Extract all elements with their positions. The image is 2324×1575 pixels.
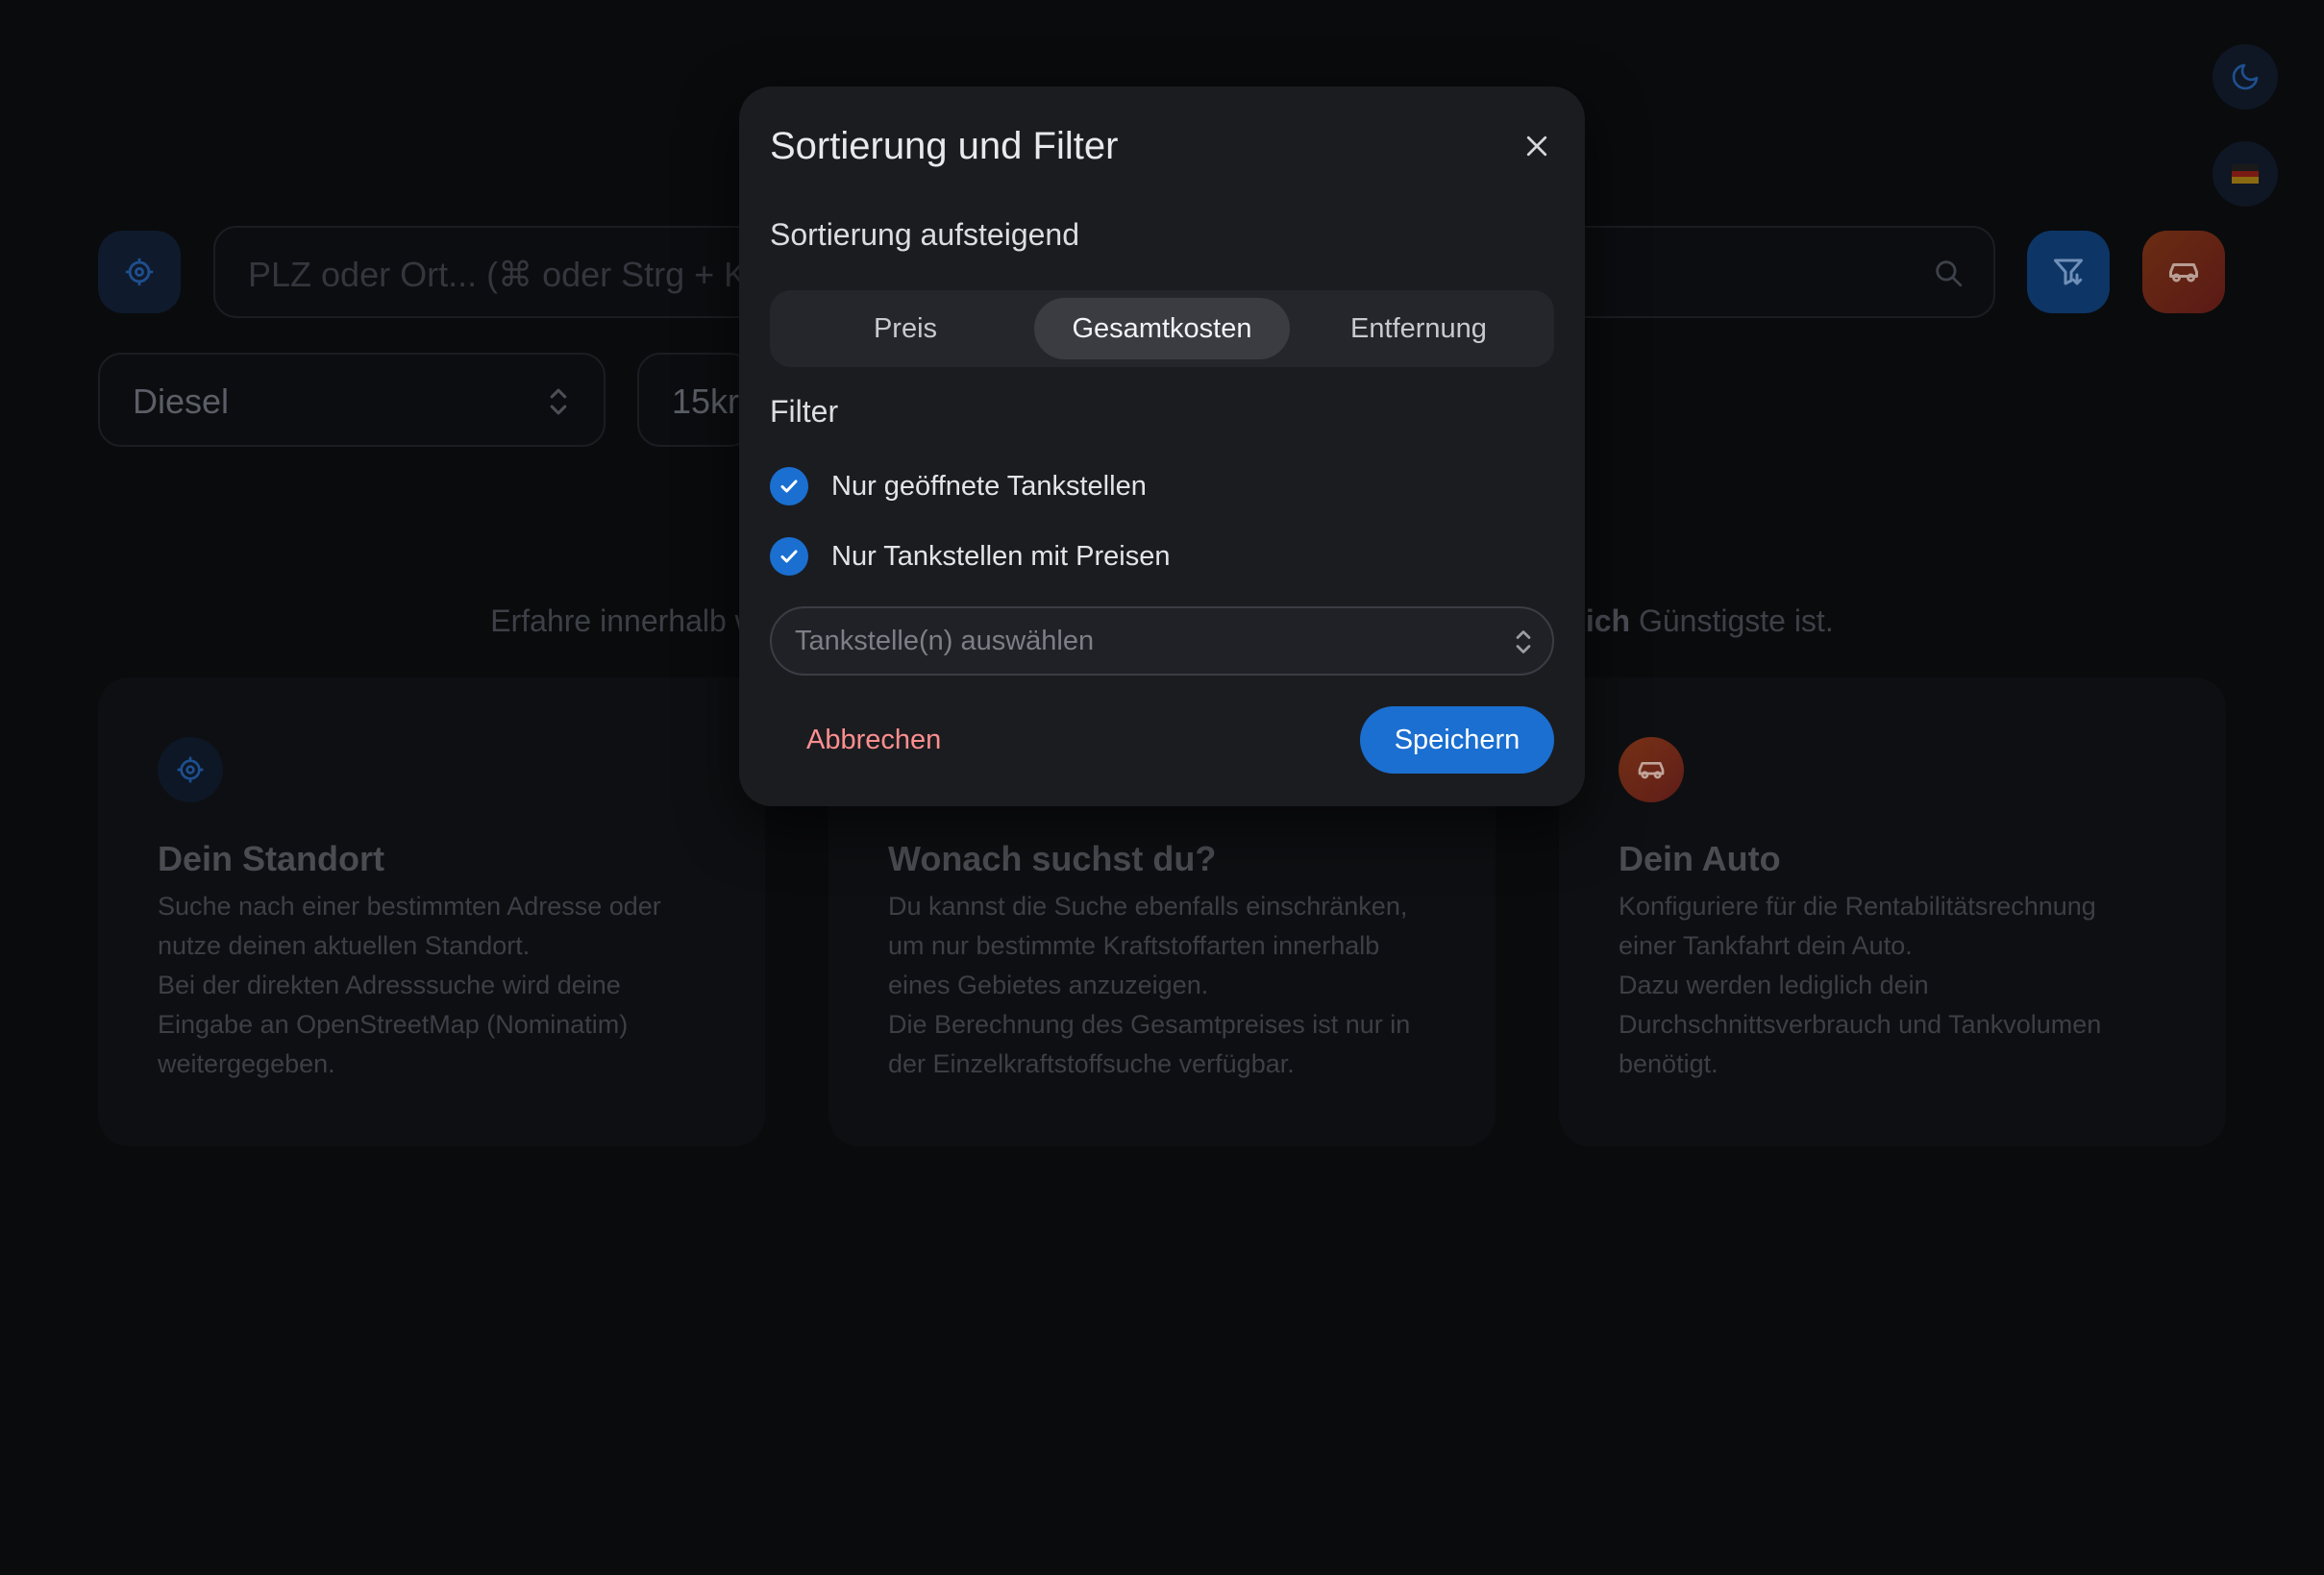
checkbox-label: Nur Tankstellen mit Preisen <box>831 540 1171 572</box>
filter-stations-with-prices[interactable]: Nur Tankstellen mit Preisen <box>770 536 1170 577</box>
card-title: Dein Standort <box>158 839 385 878</box>
checkbox-checked[interactable] <box>770 467 808 505</box>
radius-select-value: 15kr <box>672 381 740 421</box>
checkmark-icon <box>780 550 798 563</box>
car-icon <box>2169 263 2198 283</box>
card-text: Konfiguriere für die Rentabilitätsrechnu… <box>1619 892 2102 1078</box>
save-button[interactable]: Speichern <box>1360 706 1554 774</box>
card-title: Wonach suchst du? <box>888 839 1217 878</box>
checkmark-icon <box>780 480 798 493</box>
locate-button[interactable] <box>98 231 181 313</box>
checkbox-checked[interactable] <box>770 537 808 576</box>
close-icon <box>1526 135 1547 157</box>
chevron-updown-icon <box>1516 630 1531 653</box>
station-multiselect[interactable]: Tankstelle(n) auswählen <box>770 606 1554 676</box>
card-text: Du kannst die Suche ebenfalls einschränk… <box>888 892 1411 1078</box>
locate-icon <box>125 258 154 286</box>
card-icon <box>158 737 223 802</box>
card-text: Suche nach einer bestimmten Adresse oder… <box>158 892 661 1078</box>
card-location: Dein Standort Suche nach einer bestimmte… <box>98 677 765 1146</box>
fuel-select-value: Diesel <box>133 381 230 421</box>
search-icon <box>1936 260 1963 287</box>
station-select-placeholder: Tankstelle(n) auswählen <box>795 626 1095 656</box>
card-title: Dein Auto <box>1619 839 1781 878</box>
dialog-title: Sortierung und Filter <box>770 125 1119 167</box>
cancel-button[interactable]: Abbrechen <box>770 706 977 774</box>
car-icon <box>1638 762 1665 779</box>
fuel-select[interactable]: Diesel <box>98 353 606 447</box>
german-flag-icon <box>2232 164 2259 184</box>
sort-option-price[interactable]: Preis <box>778 298 1033 359</box>
filter-open-stations[interactable]: Nur geöffnete Tankstellen <box>770 466 1147 506</box>
filter-icon <box>2054 258 2083 285</box>
filter-button[interactable] <box>2027 231 2110 313</box>
language-button[interactable] <box>2213 141 2278 207</box>
car-button[interactable] <box>2142 231 2225 313</box>
moon-icon <box>2232 63 2259 90</box>
sort-section-label: Sortierung aufsteigend <box>770 217 1079 252</box>
theme-toggle-button[interactable] <box>2213 44 2278 110</box>
card-car: Dein Auto Konfiguriere für die Rentabili… <box>1559 677 2226 1146</box>
locate-icon <box>177 756 204 783</box>
filter-section-label: Filter <box>770 394 839 429</box>
checkbox-label: Nur geöffnete Tankstellen <box>831 470 1147 502</box>
sort-option-distance[interactable]: Entfernung <box>1291 298 1546 359</box>
sort-segmented-control: Preis Gesamtkosten Entfernung <box>770 290 1554 367</box>
card-icon <box>1619 737 1684 802</box>
chevron-updown-icon <box>550 388 567 415</box>
radius-select[interactable]: 15kr <box>637 353 753 447</box>
close-button[interactable] <box>1516 125 1558 167</box>
search-placeholder: PLZ oder Ort... (⌘ oder Strg + K <box>248 255 748 294</box>
sort-filter-dialog: Sortierung und Filter Sortierung aufstei… <box>739 86 1585 806</box>
sort-option-total-cost[interactable]: Gesamtkosten <box>1034 298 1290 359</box>
